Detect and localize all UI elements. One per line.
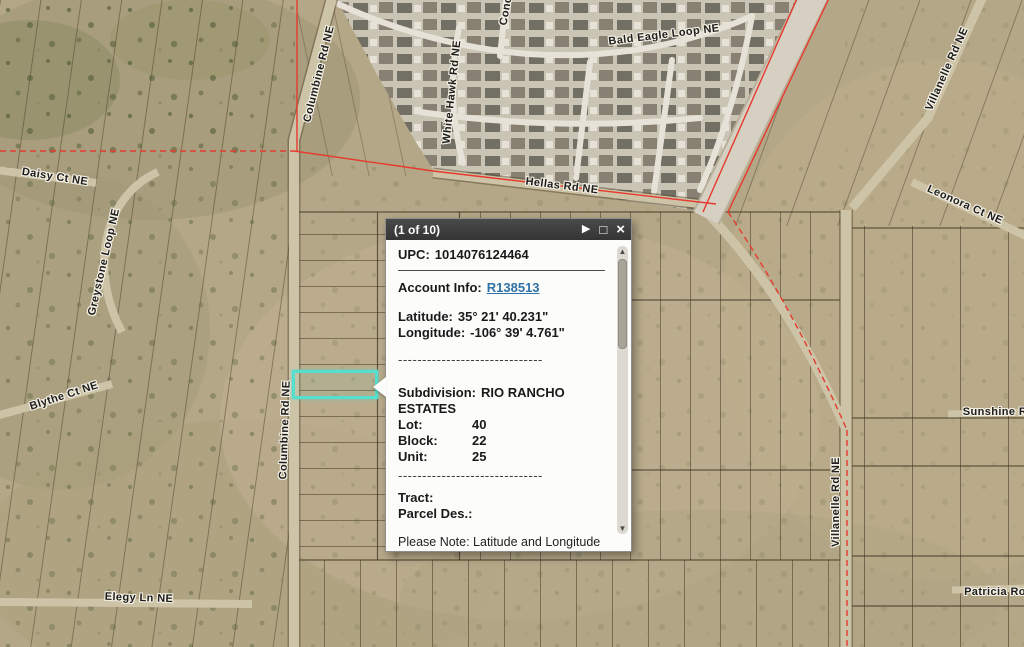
unit-field: Unit:25 <box>398 449 605 465</box>
next-record-icon[interactable]: ▶ <box>582 224 590 235</box>
popup-pointer-arrow <box>373 377 386 397</box>
lot-field: Lot:40 <box>398 417 605 433</box>
longitude-label: Longitude: <box>398 325 465 340</box>
upc-field: UPC: 1014076124464 <box>398 247 605 263</box>
selected-parcel-highlight[interactable] <box>292 370 378 399</box>
scroll-down-icon[interactable]: ▼ <box>617 523 628 534</box>
parcel-des-label: Parcel Des.: <box>398 506 472 521</box>
unit-value: 25 <box>472 449 486 464</box>
maximize-icon[interactable]: □ <box>599 223 607 236</box>
tract-label: Tract: <box>398 490 433 505</box>
upc-value: 1014076124464 <box>435 247 529 262</box>
dashed-separator: ------------------------------ <box>398 352 605 368</box>
longitude-field: Longitude: -106° 39' 4.761" <box>398 325 605 341</box>
latitude-label: Latitude: <box>398 309 453 324</box>
block-value: 22 <box>472 433 486 448</box>
popup-scrollbar[interactable]: ▲ ▼ <box>617 246 628 534</box>
divider-line <box>398 270 605 271</box>
scrollbar-thumb[interactable] <box>618 259 627 349</box>
block-field: Block:22 <box>398 433 605 449</box>
parcel-info-popup: (1 of 10) ▶ □ × UPC: 1014076124464 Accoun… <box>385 218 632 552</box>
latitude-value: 35° 21' 40.231" <box>458 309 548 324</box>
account-link[interactable]: R138513 <box>487 280 540 295</box>
popup-header: (1 of 10) ▶ □ × <box>386 219 631 240</box>
account-info-field: Account Info: R138513 <box>398 280 605 296</box>
popup-title: (1 of 10) <box>394 223 582 237</box>
unit-label: Unit: <box>398 449 472 465</box>
subdivision-field: Subdivision:RIO RANCHO ESTATES <box>398 385 605 417</box>
gis-parcel-viewer: Columbine Rd NEColumbine Rd NEBald Eagle… <box>0 0 1024 647</box>
dashed-separator: ------------------------------ <box>398 468 605 484</box>
parcel-des-field: Parcel Des.: <box>398 506 605 522</box>
tract-field: Tract: <box>398 490 605 506</box>
scroll-up-icon[interactable]: ▲ <box>617 246 628 257</box>
subdivision-label: Subdivision: <box>398 385 476 400</box>
lot-value: 40 <box>472 417 486 432</box>
upc-label: UPC: <box>398 247 430 262</box>
popup-body: UPC: 1014076124464 Account Info: R138513 L… <box>386 240 631 551</box>
latitude-field: Latitude: 35° 21' 40.231" <box>398 309 605 325</box>
close-icon[interactable]: × <box>616 222 625 237</box>
account-info-label: Account Info: <box>398 280 482 295</box>
note-text: Please Note: Latitude and Longitude is t… <box>398 534 606 551</box>
lot-label: Lot: <box>398 417 472 433</box>
block-label: Block: <box>398 433 472 449</box>
longitude-value: -106° 39' 4.761" <box>470 325 565 340</box>
